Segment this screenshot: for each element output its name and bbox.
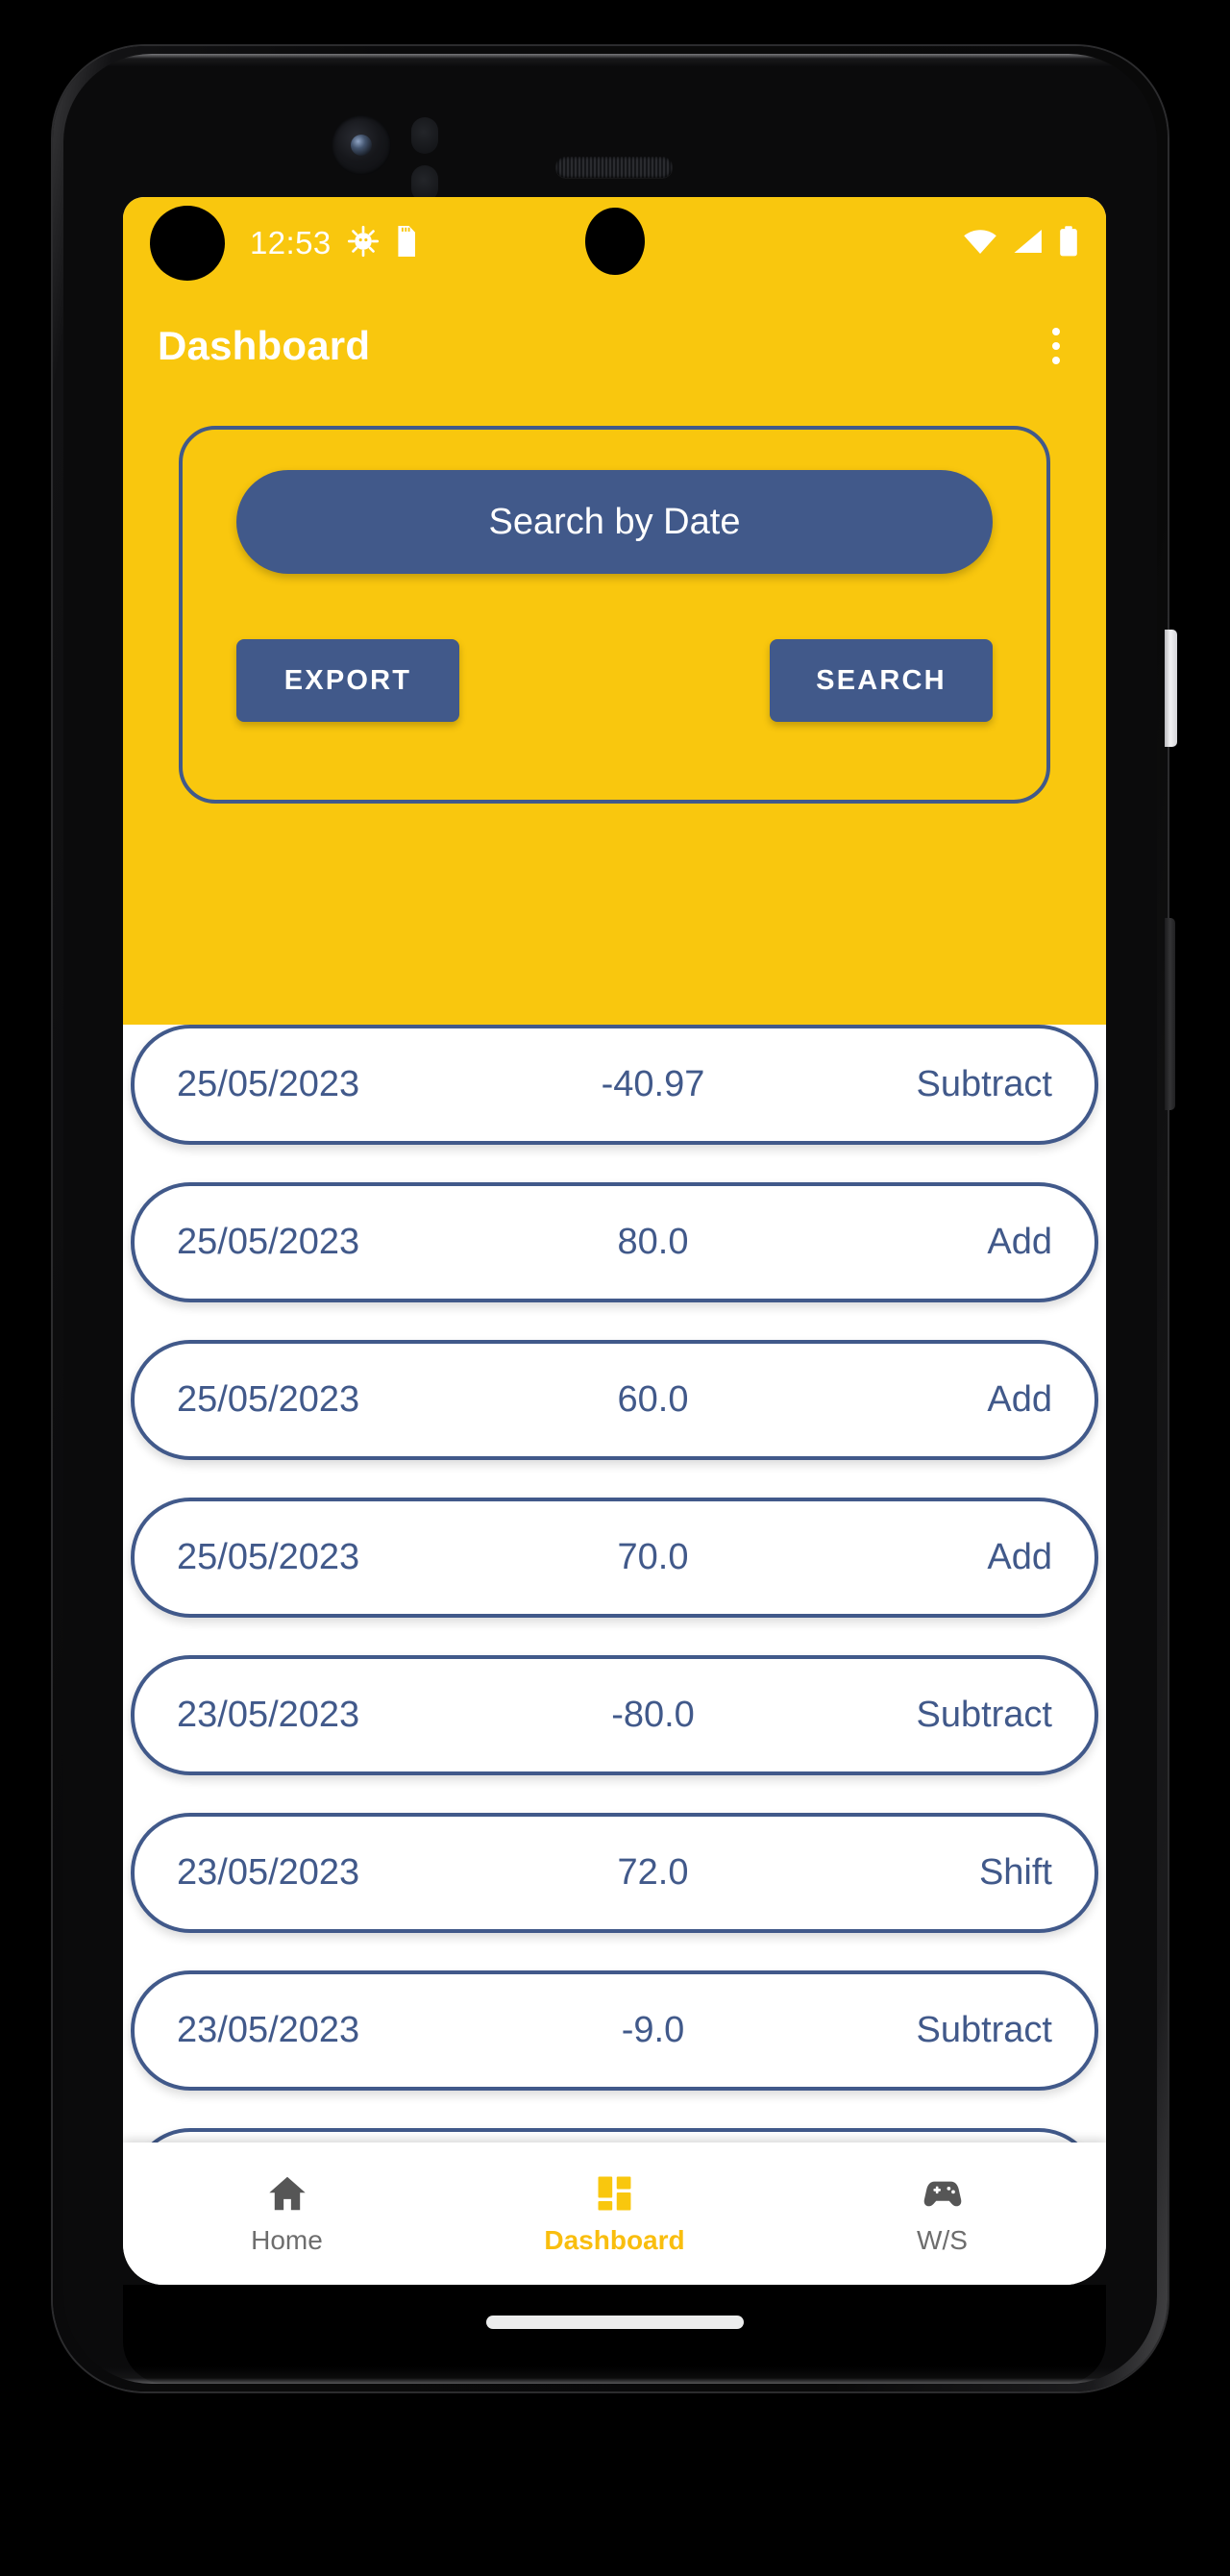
proximity-sensor-icon xyxy=(411,117,438,154)
transaction-type: Add xyxy=(987,1537,1052,1577)
nav-item-home[interactable]: Home xyxy=(123,2143,451,2285)
table-row[interactable]: 23/05/2023 1.0 Sub xyxy=(131,2128,1098,2143)
nav-item-ws[interactable]: W/S xyxy=(778,2143,1106,2285)
overflow-dot xyxy=(1052,357,1060,364)
bottom-navigation-bar: Home Dashboard W/S xyxy=(123,2143,1106,2285)
transaction-date: 23/05/2023 xyxy=(177,2010,360,2050)
transaction-amount: 70.0 xyxy=(617,1537,689,1577)
transaction-date: 25/05/2023 xyxy=(177,1537,360,1577)
dashboard-grid-icon xyxy=(595,2171,635,2216)
punch-hole-camera-cutout xyxy=(150,206,225,281)
transaction-amount: 72.0 xyxy=(617,1852,689,1893)
transaction-date: 25/05/2023 xyxy=(177,1222,360,1262)
table-row[interactable]: 25/05/2023 70.0 Add xyxy=(131,1498,1098,1618)
more-vertical-icon[interactable] xyxy=(1041,318,1071,374)
transaction-amount: -9.0 xyxy=(621,2010,685,2050)
table-row[interactable]: 25/05/2023 60.0 Add xyxy=(131,1340,1098,1460)
transaction-amount: -40.97 xyxy=(601,1064,705,1104)
search-card: Search by Date EXPORT SEARCH xyxy=(179,426,1050,804)
home-gesture-indicator[interactable] xyxy=(485,2316,744,2329)
nav-label: Home xyxy=(251,2225,323,2255)
nav-label: Dashboard xyxy=(544,2225,685,2255)
cellular-signal-icon xyxy=(1012,227,1045,260)
export-button[interactable]: EXPORT xyxy=(236,639,459,722)
transaction-date: 23/05/2023 xyxy=(177,1852,360,1893)
search-by-date-button[interactable]: Search by Date xyxy=(236,470,993,574)
page-title: Dashboard xyxy=(158,323,371,368)
search-button[interactable]: SEARCH xyxy=(770,639,993,722)
transaction-amount: 80.0 xyxy=(617,1222,689,1262)
transaction-type: Add xyxy=(987,1379,1052,1420)
sd-card-icon xyxy=(395,225,420,261)
transaction-type: Subtract xyxy=(916,1695,1052,1735)
transaction-amount: -80.0 xyxy=(611,1695,695,1735)
wifi-icon xyxy=(962,227,998,260)
android-debug-icon xyxy=(347,225,380,262)
gamepad-icon xyxy=(921,2171,965,2216)
front-camera-icon xyxy=(332,115,391,175)
battery-icon xyxy=(1058,225,1079,261)
system-gesture-area xyxy=(123,2285,1106,2384)
overflow-dot xyxy=(1052,342,1060,350)
transaction-list[interactable]: 25/05/2023 -40.97 Subtract 25/05/2023 80… xyxy=(123,1025,1106,2143)
transaction-type: Subtract xyxy=(916,1064,1052,1104)
transaction-type: Subtract xyxy=(916,2010,1052,2050)
nav-label: W/S xyxy=(917,2225,968,2255)
transaction-date: 23/05/2023 xyxy=(177,1695,360,1735)
transaction-type: Add xyxy=(987,1222,1052,1262)
table-row[interactable]: 25/05/2023 -40.97 Subtract xyxy=(131,1025,1098,1145)
table-row[interactable]: 23/05/2023 -9.0 Subtract xyxy=(131,1970,1098,2091)
power-button[interactable] xyxy=(1165,630,1177,747)
status-bar: 12:53 xyxy=(123,197,1106,289)
transaction-amount: 60.0 xyxy=(617,1379,689,1420)
table-row[interactable]: 25/05/2023 80.0 Add xyxy=(131,1182,1098,1302)
status-bar-clock: 12:53 xyxy=(250,225,332,260)
nav-item-dashboard[interactable]: Dashboard xyxy=(451,2143,778,2285)
table-row[interactable]: 23/05/2023 72.0 Shift xyxy=(131,1813,1098,1933)
transaction-type: Shift xyxy=(978,1852,1052,1893)
transaction-date: 25/05/2023 xyxy=(177,1379,360,1420)
status-bar-left-group: 12:53 xyxy=(250,225,420,262)
table-row[interactable]: 23/05/2023 -80.0 Subtract xyxy=(131,1655,1098,1775)
home-icon xyxy=(266,2171,308,2216)
phone-screen: 12:53 Dashboard Search by Date EXPORT SE… xyxy=(123,197,1106,2285)
app-bar: Dashboard xyxy=(123,289,1106,403)
center-notch-cutout xyxy=(584,208,645,276)
volume-rocker-button[interactable] xyxy=(1165,918,1175,1110)
overflow-dot xyxy=(1052,328,1060,335)
transaction-date: 25/05/2023 xyxy=(177,1064,360,1104)
earpiece-speaker-grille xyxy=(555,157,673,178)
search-card-actions: EXPORT SEARCH xyxy=(236,639,993,722)
status-bar-right-group xyxy=(962,225,1079,261)
search-panel: Search by Date EXPORT SEARCH xyxy=(123,403,1106,1025)
